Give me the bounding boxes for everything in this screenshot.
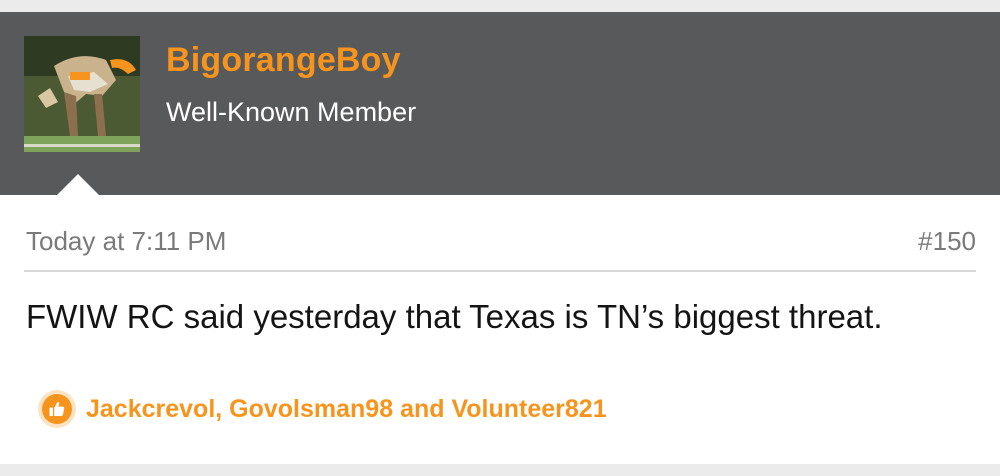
header-pointer — [57, 174, 99, 195]
post-meta: Today at 7:11 PM #150 — [24, 224, 976, 272]
avatar-image — [24, 36, 140, 152]
post-message: FWIW RC said yesterday that Texas is TN’… — [26, 298, 883, 335]
forum-post: BigorangeBoy Well-Known Member Today at … — [0, 12, 1000, 464]
likes-users[interactable]: Jackcrevol, Govolsman98 and Volunteer821 — [86, 395, 607, 424]
post-author[interactable]: BigorangeBoy — [166, 41, 401, 80]
post-header: BigorangeBoy Well-Known Member — [0, 12, 1000, 195]
thumbs-up-icon — [42, 394, 72, 424]
post-timestamp[interactable]: Today at 7:11 PM — [26, 226, 226, 257]
like-badge — [38, 390, 76, 428]
likes-summary[interactable]: Jackcrevol, Govolsman98 and Volunteer821 — [38, 389, 607, 429]
post-permalink-number[interactable]: #150 — [918, 226, 976, 257]
author-title: Well-Known Member — [166, 97, 417, 127]
avatar[interactable] — [24, 36, 140, 152]
